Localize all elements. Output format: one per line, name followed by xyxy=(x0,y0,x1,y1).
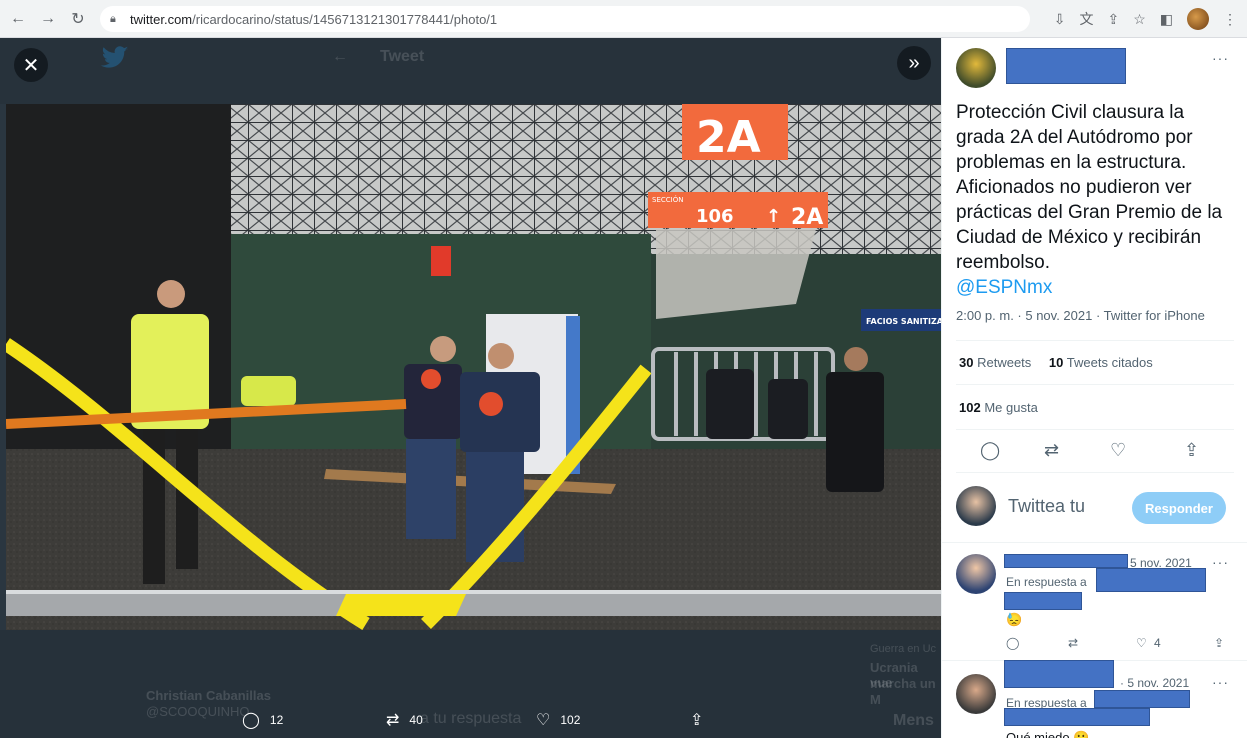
ghost-user-name: Christian Cabanillas xyxy=(146,688,271,703)
like-action[interactable]: ♡ 102 xyxy=(536,710,580,730)
reply-avatar[interactable] xyxy=(956,554,996,594)
tweet-stats-row: 30 Retweets 10 Tweets citados xyxy=(959,355,1153,370)
more-options-icon[interactable]: ··· xyxy=(1212,554,1229,570)
install-icon[interactable]: ⇩ xyxy=(1054,11,1066,28)
url-host: twitter.com xyxy=(130,11,193,27)
reply-item[interactable]: · 5 nov. 2021 ··· En respuesta a Qué mie… xyxy=(942,660,1247,738)
tweet-panel: ··· Protección Civil clausura la grada 2… xyxy=(941,38,1247,738)
media-action-bar: ◯ 12 ⇄ 40 ♡ 102 ⇪ xyxy=(0,710,941,736)
tweet-meta[interactable]: 2:00 p. m. · 5 nov. 2021 · Twitter for i… xyxy=(956,308,1205,323)
browser-actions: ⇩ 文 ⇪ ☆ ◧ ⋮ xyxy=(1054,8,1237,30)
retweets-stat[interactable]: 30 Retweets xyxy=(959,355,1031,370)
redacted-reply-name xyxy=(1004,660,1114,688)
ghost-trend-2: marcha un xyxy=(870,676,936,691)
retweet-icon: ⇄ xyxy=(386,712,400,729)
reply-icon: ◯ xyxy=(242,712,260,729)
redacted-mention xyxy=(1096,568,1206,592)
share-icon[interactable]: ⇪ xyxy=(1107,11,1119,28)
quotes-stat[interactable]: 10 Tweets citados xyxy=(1049,355,1153,370)
redacted-mention xyxy=(1004,708,1150,726)
retweet-icon[interactable]: ⇄ xyxy=(1068,636,1078,650)
likes-stat[interactable]: 102 Me gusta xyxy=(959,400,1038,415)
photo-sign-zone: 2A xyxy=(696,112,761,163)
divider xyxy=(942,542,1247,543)
ghost-trend-label: Guerra en Uc xyxy=(870,643,937,655)
tweet-mention[interactable]: @ESPNmx xyxy=(956,275,1236,300)
translate-icon[interactable]: 文 xyxy=(1079,9,1093,29)
forward-icon[interactable]: → xyxy=(36,7,60,31)
divider xyxy=(956,429,1234,430)
like-count: 102 xyxy=(560,713,581,727)
reply-avatar[interactable] xyxy=(956,674,996,714)
reply-action[interactable]: ◯ 12 xyxy=(242,710,283,730)
divider xyxy=(956,340,1234,341)
star-icon[interactable]: ☆ xyxy=(1133,11,1146,28)
reload-icon[interactable]: ↻ xyxy=(66,7,90,31)
retweet-count: 40 xyxy=(409,713,423,727)
share-action[interactable]: ⇪ xyxy=(690,710,703,730)
ghost-back-arrow: ← xyxy=(332,48,348,65)
tweet-text: Protección Civil clausura la grada 2A de… xyxy=(956,100,1236,300)
address-bar[interactable]: 🔒︎ twitter.com/ricardocarino/status/1456… xyxy=(100,6,1030,32)
lock-icon[interactable]: 🔒︎ xyxy=(110,13,122,25)
redacted-mention xyxy=(1094,690,1190,708)
reply-date[interactable]: · 5 nov. 2021 xyxy=(1120,676,1189,690)
browser-toolbar: ← → ↻ 🔒︎ twitter.com/ricardocarino/statu… xyxy=(0,0,1247,38)
more-options-icon[interactable]: ··· xyxy=(1212,674,1229,690)
tweet-photo: FACIOS SANITIZADOS 2A SECCIÓN 106 ↑ 2A xyxy=(6,104,941,630)
more-options-icon[interactable]: ··· xyxy=(1212,50,1229,66)
reply-icon[interactable]: ◯ xyxy=(980,440,1000,461)
like-count: 4 xyxy=(1154,636,1161,650)
reply-item[interactable]: 5 nov. 2021 ··· En respuesta a 😓 ◯ ⇄ ♡ 4… xyxy=(942,554,1247,664)
photo-sign-section-label: SECCIÓN xyxy=(652,195,683,204)
tweet-actions: ◯ ⇄ ♡ ⇪ xyxy=(942,440,1247,468)
author-avatar[interactable] xyxy=(956,48,996,88)
reply-button[interactable]: Responder xyxy=(1132,492,1226,524)
twitter-bird-icon xyxy=(100,46,130,70)
toggle-panel-button[interactable]: » xyxy=(897,46,931,80)
heart-icon[interactable]: ♡ xyxy=(1110,440,1126,461)
heart-icon[interactable]: ♡ xyxy=(1136,636,1147,650)
photo-sign-section-number: 106 xyxy=(696,206,734,227)
url-path: /ricardocarino/status/145671312130177844… xyxy=(192,11,498,27)
redacted-reply-name xyxy=(1004,554,1128,568)
sidepanel-icon[interactable]: ◧ xyxy=(1160,11,1173,28)
divider xyxy=(956,472,1234,473)
share-icon: ⇪ xyxy=(690,712,704,729)
heart-icon: ♡ xyxy=(536,712,551,729)
redacted-author-name xyxy=(1006,48,1126,84)
menu-icon[interactable]: ⋮ xyxy=(1223,11,1237,28)
user-avatar xyxy=(956,486,996,526)
share-icon[interactable]: ⇪ xyxy=(1184,440,1199,461)
share-icon[interactable]: ⇪ xyxy=(1214,636,1224,650)
close-button[interactable]: ✕ xyxy=(14,48,48,82)
back-icon[interactable]: ← xyxy=(6,7,30,31)
ghost-trend-3: M xyxy=(870,692,881,707)
redacted-mention xyxy=(1004,592,1082,610)
reply-input[interactable]: Twittea tu xyxy=(1008,496,1085,517)
reply-text: Qué miedo 😬 xyxy=(1006,730,1090,738)
reply-text: 😓 xyxy=(1006,612,1023,627)
reply-count: 12 xyxy=(269,713,284,727)
media-viewer: ← Tweet ✕ » FACIOS SANITIZA 2A SECCIÓN 1… xyxy=(0,38,941,738)
tweet-body: Protección Civil clausura la grada 2A de… xyxy=(956,102,1223,273)
profile-avatar[interactable] xyxy=(1187,8,1209,30)
retweet-action[interactable]: ⇄ 40 xyxy=(386,710,423,730)
retweet-icon[interactable]: ⇄ xyxy=(1044,440,1059,461)
ghost-title: Tweet xyxy=(380,48,425,65)
svg-text:2A: 2A xyxy=(791,205,823,230)
divider xyxy=(956,384,1234,385)
reply-composer: Twittea tu Responder xyxy=(956,484,1246,534)
tweet-author xyxy=(956,46,996,90)
viewer-top-overlay: ← Tweet ✕ » xyxy=(0,38,941,104)
photo-banner-text: FACIOS SANITIZADOS xyxy=(866,317,941,326)
photo-scene: FACIOS SANITIZADOS 2A SECCIÓN 106 ↑ 2A xyxy=(6,104,941,630)
reply-icon[interactable]: ◯ xyxy=(1006,636,1019,650)
reply-actions: ◯ ⇄ ♡ 4 ⇪ xyxy=(1006,636,1236,656)
svg-text:↑: ↑ xyxy=(766,206,781,227)
in-reply-to-label: En respuesta a xyxy=(1006,575,1087,589)
